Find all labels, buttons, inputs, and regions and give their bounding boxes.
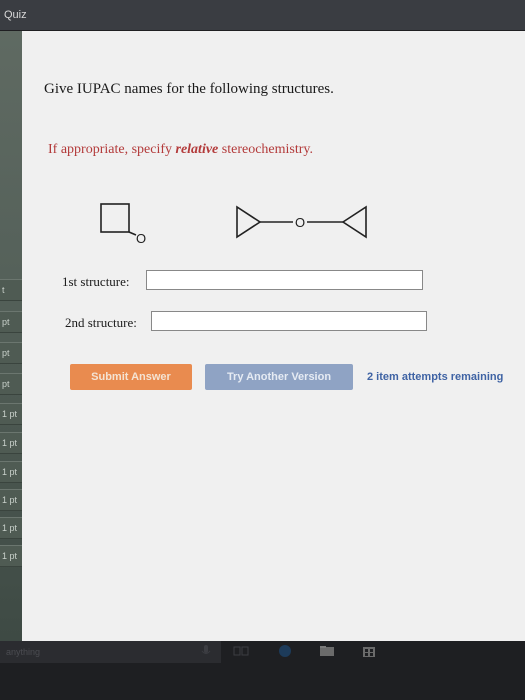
taskbar-search-box[interactable]: anything (0, 641, 221, 663)
question-sidebar: t pt pt pt 1 pt 1 pt 1 pt 1 pt 1 pt 1 pt (0, 31, 42, 641)
question-heading: Give IUPAC names for the following struc… (44, 81, 334, 97)
answer-label-1: 1st structure: (62, 274, 130, 289)
windows-taskbar: anything (0, 641, 525, 700)
submit-answer-button[interactable]: Submit Answer (70, 364, 192, 390)
cyclobutane-ring (100, 203, 130, 233)
window-title: Quiz (4, 9, 27, 21)
try-another-version-button[interactable]: Try Another Version (205, 364, 353, 390)
answer-row-1: 1st structure: (62, 270, 423, 290)
instruction-suffix: stereochemistry. (218, 142, 313, 157)
structure-2: O (236, 205, 367, 239)
structure-2-oxygen-label: O (295, 215, 305, 230)
attempts-remaining-text: 2 item attempts remaining (367, 371, 504, 383)
question-instruction: If appropriate, specify relative stereoc… (48, 142, 313, 158)
file-explorer-icon[interactable] (318, 642, 336, 660)
instruction-prefix: If appropriate, specify (48, 142, 176, 157)
cyclopropane-ring-right (341, 205, 367, 239)
structure-2-answer-input[interactable] (151, 311, 427, 331)
structure-drawings: O O (100, 203, 367, 246)
instruction-emphasis: relative (175, 142, 219, 157)
question-panel (22, 31, 525, 641)
cyclopropane-ring-left (236, 205, 262, 239)
title-bar: Quiz (0, 0, 525, 31)
structure-1: O (100, 203, 146, 246)
answer-row-2: 2nd structure: (65, 311, 427, 331)
edge-icon[interactable] (276, 642, 294, 660)
structure-1-answer-input[interactable] (146, 270, 423, 290)
microphone-icon[interactable] (197, 642, 215, 660)
task-view-icon[interactable] (232, 642, 250, 660)
store-icon[interactable] (360, 642, 378, 660)
answer-label-2: 2nd structure: (65, 315, 137, 330)
structure-1-oxygen-label: O (136, 231, 146, 246)
